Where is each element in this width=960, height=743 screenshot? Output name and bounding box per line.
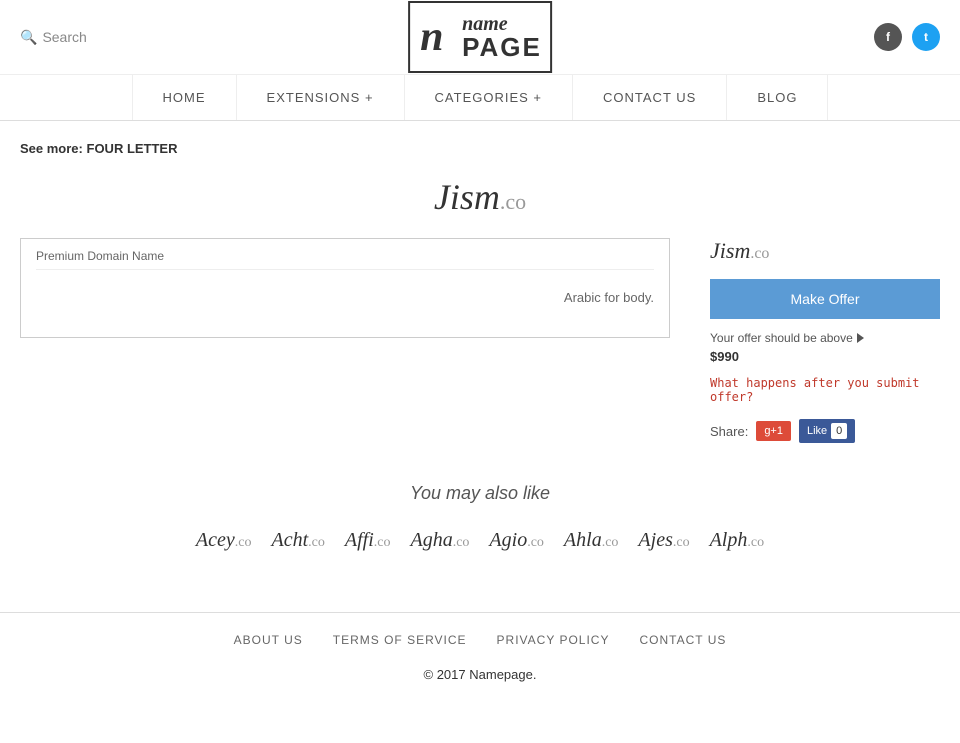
- footer-contact[interactable]: CONTACT US: [639, 633, 726, 647]
- chip-name: Alph: [710, 529, 748, 551]
- chip-ext: .co: [374, 535, 391, 550]
- logo-name-text: name: [462, 14, 542, 34]
- make-offer-button[interactable]: Make Offer: [710, 279, 940, 319]
- chip-name: Ahla: [564, 529, 602, 551]
- domain-chip[interactable]: Alph.co: [710, 529, 765, 552]
- domain-right-panel: Jism.co Make Offer Your offer should be …: [710, 238, 940, 443]
- copyright-text: © 2017: [424, 667, 470, 682]
- domain-info-box: Premium Domain Name Arabic for body.: [20, 238, 670, 338]
- footer-copyright: © 2017 Namepage.: [0, 667, 960, 702]
- domain-info-desc: Arabic for body.: [36, 280, 654, 315]
- offer-hint: Your offer should be above: [710, 331, 940, 345]
- also-like-title: You may also like: [20, 483, 940, 504]
- footer-links: ABOUT US TERMS OF SERVICE PRIVACY POLICY…: [0, 612, 960, 667]
- breadcrumb-prefix: See more:: [20, 141, 83, 156]
- domain-chip[interactable]: Acht.co: [272, 529, 325, 552]
- domain-chip[interactable]: Ajes.co: [638, 529, 689, 552]
- chip-name: Acey: [196, 529, 235, 551]
- domain-info-label: Premium Domain Name: [36, 249, 654, 270]
- footer-privacy[interactable]: PRIVACY POLICY: [497, 633, 610, 647]
- logo-page-text: PAGE: [462, 34, 542, 60]
- nav-extensions[interactable]: EXTENSIONS +: [237, 75, 405, 120]
- offer-link[interactable]: What happens after you submit offer?: [710, 376, 940, 404]
- chip-name: Agio: [489, 529, 527, 551]
- svg-text:n: n: [420, 14, 443, 58]
- nav-home[interactable]: HOME: [132, 75, 237, 120]
- search-bar[interactable]: 🔍 Search: [20, 29, 87, 46]
- logo-text: name PAGE: [462, 14, 542, 60]
- domain-chip[interactable]: Ahla.co: [564, 529, 619, 552]
- domain-name-heading: Jism.co: [710, 238, 940, 264]
- chip-ext: .co: [747, 535, 764, 550]
- breadcrumb: See more: FOUR LETTER: [20, 141, 940, 156]
- domain-chip[interactable]: Agio.co: [489, 529, 544, 552]
- main-content: See more: FOUR LETTER Jism.co Premium Do…: [0, 121, 960, 572]
- nav-categories[interactable]: CATEGORIES +: [405, 75, 573, 120]
- arrow-right-icon: [857, 333, 864, 343]
- search-icon: 🔍: [20, 29, 37, 46]
- offer-price: $990: [710, 349, 940, 364]
- domain-title-display: Jism.co: [20, 176, 940, 218]
- fb-count: 0: [831, 423, 847, 439]
- chip-name: Acht: [272, 529, 309, 551]
- chip-ext: .co: [602, 535, 619, 550]
- footer-terms[interactable]: TERMS OF SERVICE: [333, 633, 467, 647]
- domain-ext-large: .co: [500, 189, 526, 214]
- chip-ext: .co: [235, 535, 252, 550]
- nav-blog[interactable]: BLOG: [727, 75, 828, 120]
- logo[interactable]: n name PAGE: [408, 1, 552, 73]
- domain-left-panel: Premium Domain Name Arabic for body.: [20, 238, 670, 443]
- footer-about-us[interactable]: ABOUT US: [234, 633, 303, 647]
- nav-contact[interactable]: CONTACT US: [573, 75, 727, 120]
- chip-ext: .co: [673, 535, 690, 550]
- breadcrumb-link[interactable]: FOUR LETTER: [87, 141, 178, 156]
- brand-name: Namepage.: [469, 667, 536, 682]
- fb-like-label: Like: [807, 425, 827, 437]
- chip-ext: .co: [308, 535, 325, 550]
- also-like-grid: Acey.coAcht.coAffi.coAgha.coAgio.coAhla.…: [20, 529, 940, 552]
- social-links: f t: [874, 23, 940, 51]
- chip-name: Ajes: [638, 529, 672, 551]
- domain-name-large: Jism: [434, 177, 500, 217]
- domain-section: Premium Domain Name Arabic for body. Jis…: [20, 238, 940, 443]
- share-label: Share:: [710, 424, 748, 439]
- facebook-icon[interactable]: f: [874, 23, 902, 51]
- also-like-section: You may also like Acey.coAcht.coAffi.coA…: [20, 483, 940, 552]
- chip-ext: .co: [453, 535, 470, 550]
- domain-chip[interactable]: Agha.co: [410, 529, 469, 552]
- domain-chip[interactable]: Acey.co: [196, 529, 252, 552]
- facebook-like-button[interactable]: Like 0: [799, 419, 855, 443]
- main-nav: HOME EXTENSIONS + CATEGORIES + CONTACT U…: [0, 75, 960, 121]
- domain-chip[interactable]: Affi.co: [345, 529, 391, 552]
- twitter-icon[interactable]: t: [912, 23, 940, 51]
- gplus-button[interactable]: g+1: [756, 421, 791, 441]
- chip-name: Agha: [410, 529, 452, 551]
- chip-ext: .co: [527, 535, 544, 550]
- share-row: Share: g+1 Like 0: [710, 419, 940, 443]
- logo-icon: n: [418, 8, 454, 66]
- header: 🔍 Search n name PAGE f t: [0, 0, 960, 75]
- chip-name: Affi: [345, 529, 374, 551]
- search-label: Search: [42, 29, 86, 45]
